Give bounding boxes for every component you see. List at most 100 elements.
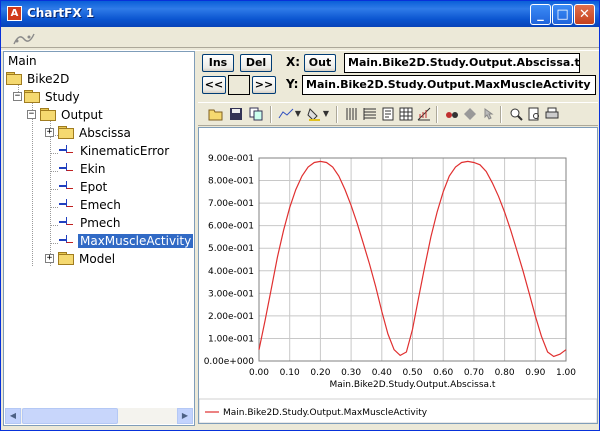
app-icon: A xyxy=(7,6,22,21)
y-tick-label: 5.00e-001 xyxy=(208,244,254,254)
x-tick-label: 0.50 xyxy=(402,368,422,378)
variable-icon xyxy=(58,198,76,210)
y-tick-label: 1.00e-001 xyxy=(208,334,254,344)
y-tick-label: 3.00e-001 xyxy=(208,289,254,299)
index-field[interactable] xyxy=(228,75,250,95)
gallery-icon[interactable] xyxy=(278,106,294,122)
x-tick-label: 0.80 xyxy=(495,368,515,378)
x-tick-label: 0.90 xyxy=(525,368,545,378)
next-button[interactable]: >> xyxy=(252,76,276,94)
tree-item-label: Abscissa xyxy=(79,126,131,140)
variable-icon xyxy=(58,180,76,192)
print-preview-icon[interactable] xyxy=(526,106,542,122)
tree-item-label: Bike2D xyxy=(27,72,70,86)
tree-item-label: Output xyxy=(61,108,103,122)
toolbar-separator xyxy=(500,106,502,123)
tree-item-bike2d[interactable]: Bike2D xyxy=(6,70,71,88)
tree-item-study[interactable]: Study xyxy=(24,88,82,106)
line-chart: 0.00e+000 1.00e-001 2.00e-001 3.00e-001 4.00… xyxy=(198,154,598,424)
tree-connector xyxy=(50,153,58,154)
open-icon[interactable] xyxy=(208,106,224,122)
legend-icon[interactable] xyxy=(416,106,432,122)
tree-connector xyxy=(32,96,33,266)
toolbar-separator xyxy=(270,106,272,123)
y-tick-label: 9.00e-001 xyxy=(208,154,254,164)
scroll-right-icon[interactable]: ▶ xyxy=(177,408,193,424)
x-tick-label: 0.60 xyxy=(433,368,453,378)
title-bar[interactable]: A ChartFX 1 _ □ ✕ xyxy=(1,1,599,27)
tree-connector xyxy=(50,207,58,208)
y-tick-label: 4.00e-001 xyxy=(208,267,254,277)
y-tick-label: 6.00e-001 xyxy=(208,222,254,232)
tree-item-main[interactable]: Main xyxy=(6,52,39,70)
expand-icon[interactable]: + xyxy=(45,128,54,137)
zoom-icon[interactable] xyxy=(508,106,524,122)
y-tick-label: 2.00e-001 xyxy=(208,312,254,322)
variable-icon xyxy=(58,234,76,246)
collapse-icon[interactable]: − xyxy=(27,110,36,119)
maximize-button[interactable]: □ xyxy=(552,4,573,25)
previous-button[interactable]: << xyxy=(202,76,226,94)
variable-icon xyxy=(58,162,76,174)
minimize-button[interactable]: _ xyxy=(530,4,551,25)
x-variable-field[interactable]: Main.Bike2D.Study.Output.Abscissa.t xyxy=(344,53,580,73)
curve-options-icon[interactable] xyxy=(13,31,35,47)
tree-item-kinematicerror[interactable]: KinematicError xyxy=(58,142,171,160)
expand-icon[interactable]: + xyxy=(45,254,54,263)
insert-button[interactable]: Ins xyxy=(202,54,234,72)
data-grid-icon[interactable] xyxy=(398,106,414,122)
collapse-icon[interactable]: − xyxy=(13,92,22,101)
tree-item-model[interactable]: Model xyxy=(58,250,117,268)
legend-entry: Main.Bike2D.Study.Output.MaxMuscleActivi… xyxy=(223,408,428,418)
folder-icon xyxy=(6,72,22,85)
x-tick-label: 1.00 xyxy=(556,368,576,378)
x-tick-label: 0.40 xyxy=(372,368,392,378)
close-button[interactable]: ✕ xyxy=(574,4,595,25)
tree-item-pmech[interactable]: Pmech xyxy=(58,214,123,232)
tree-item-ekin[interactable]: Ekin xyxy=(58,160,107,178)
rotate-icon[interactable] xyxy=(462,106,478,122)
save-icon[interactable] xyxy=(228,106,244,122)
folder-icon xyxy=(40,108,56,121)
tree-item-label-selected: MaxMuscleActivity xyxy=(78,234,194,248)
tree-item-output[interactable]: Output xyxy=(40,106,105,124)
copy-icon[interactable] xyxy=(248,106,264,122)
chartfx-window: A ChartFX 1 _ □ ✕ Main Bike2D − Study − xyxy=(0,0,600,431)
scroll-thumb[interactable] xyxy=(22,408,118,424)
print-icon[interactable] xyxy=(544,106,560,122)
pointer-icon[interactable] xyxy=(480,106,496,122)
tree-item-epot[interactable]: Epot xyxy=(58,178,109,196)
tree-item-emech[interactable]: Emech xyxy=(58,196,123,214)
horizontal-scrollbar[interactable]: ◀ ▶ xyxy=(5,408,193,424)
x-tick-label: 0.20 xyxy=(310,368,330,378)
out-button[interactable]: Out xyxy=(304,54,336,72)
chart-toolbar: ▼ ▼ xyxy=(198,102,598,126)
toolbar-separator xyxy=(436,106,438,123)
tree-item-label: KinematicError xyxy=(80,144,170,158)
vertical-grid-icon[interactable] xyxy=(344,106,360,122)
tree-connector xyxy=(50,189,58,190)
y-variable-field[interactable]: Main.Bike2D.Study.Output.MaxMuscleActivi… xyxy=(302,75,596,95)
tree-item-abscissa[interactable]: Abscissa xyxy=(58,124,133,142)
variable-icon xyxy=(58,216,76,228)
y-axis-label: Y: xyxy=(286,77,299,91)
toolbar-separator xyxy=(336,106,338,123)
x-tick-label: 0.70 xyxy=(464,368,484,378)
delete-button[interactable]: Del xyxy=(240,54,272,72)
tree-item-label: Main xyxy=(8,54,37,68)
tree-connector xyxy=(50,171,58,172)
color-icon[interactable] xyxy=(306,106,322,122)
x-axis-label: X: xyxy=(286,55,301,69)
x-tick-label: 0.10 xyxy=(280,368,300,378)
tree-item-maxmuscleactivity[interactable]: MaxMuscleActivity xyxy=(58,232,194,250)
chart-panel: Ins Del X: Out Main.Bike2D.Study.Output.… xyxy=(198,51,598,429)
model-tree[interactable]: Main Bike2D − Study − Output + Abscissa … xyxy=(3,51,195,426)
horizontal-grid-icon[interactable] xyxy=(362,106,378,122)
3d-icon[interactable] xyxy=(444,106,460,122)
x-tick-label: 0.00 xyxy=(249,368,269,378)
chart-area[interactable]: 0.00e+000 1.00e-001 2.00e-001 3.00e-001 4.00… xyxy=(198,127,598,424)
scroll-left-icon[interactable]: ◀ xyxy=(5,408,21,424)
chevron-down-icon[interactable]: ▼ xyxy=(294,106,302,122)
properties-icon[interactable] xyxy=(380,106,396,122)
chevron-down-icon[interactable]: ▼ xyxy=(322,106,330,122)
